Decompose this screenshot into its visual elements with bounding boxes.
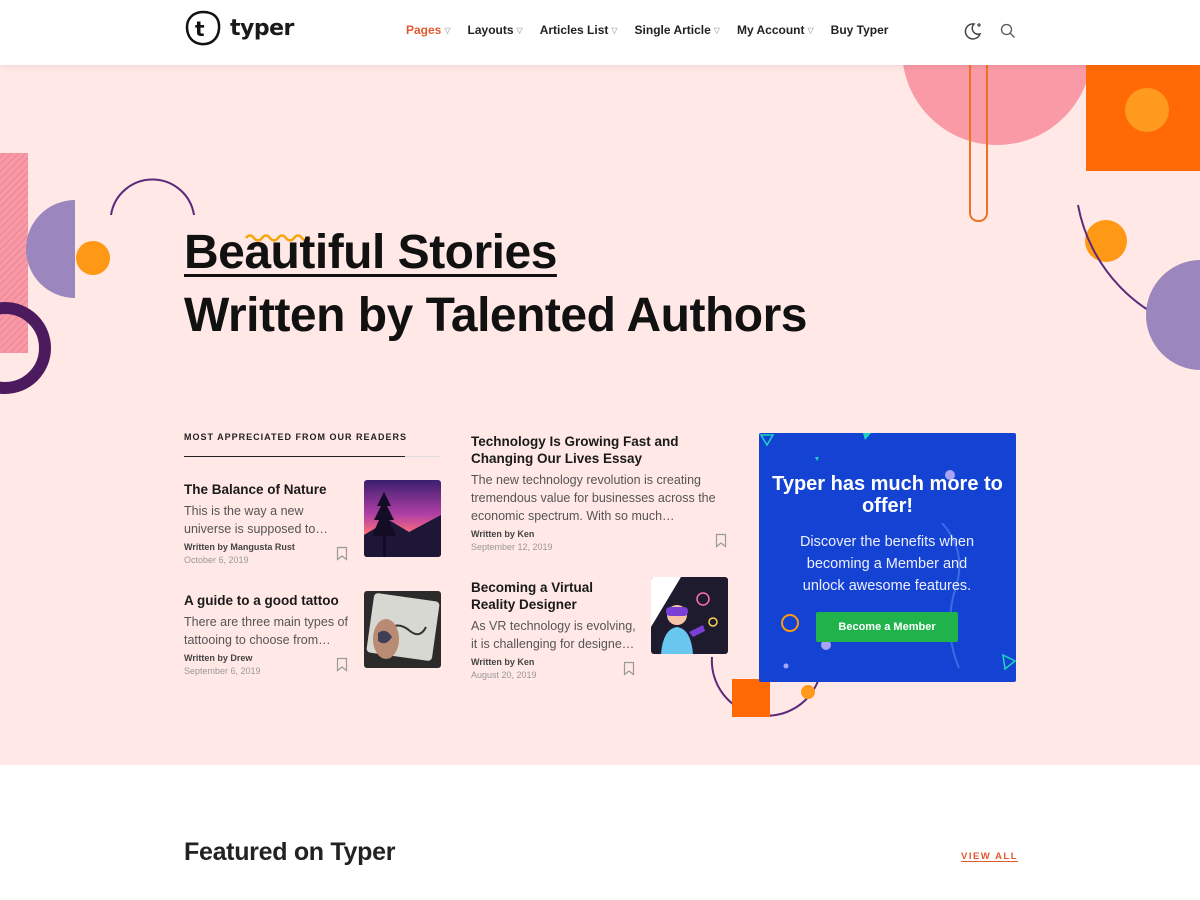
article-title[interactable]: Technology Is Growing Fast and Changing … (471, 433, 726, 467)
article-card: Technology Is Growing Fast and Changing … (471, 433, 726, 552)
article-excerpt: The new technology revolution is creatin… (471, 473, 716, 523)
hero-section: Beautiful Stories Written by Talented Au… (0, 65, 1200, 765)
view-all-link[interactable]: VIEW ALL (961, 851, 1018, 862)
membership-promo-card: Typer has much more to offer! Discover t… (759, 433, 1016, 682)
section-divider (184, 456, 405, 457)
nav-label: My Account (736, 23, 805, 37)
tattoo-photo-illustration (366, 593, 440, 661)
chevron-down-icon: ▽ (807, 25, 814, 35)
nav-label: Buy Typer (830, 23, 889, 37)
nav-label: Single Article (634, 23, 711, 37)
article-author[interactable]: Written by Ken (471, 529, 726, 539)
bookmark-icon[interactable] (715, 533, 727, 548)
dark-mode-toggle-icon[interactable] (962, 20, 984, 42)
article-title[interactable]: Becoming a Virtual Reality Designer (471, 579, 641, 613)
search-icon[interactable] (1000, 23, 1016, 39)
article-thumbnail[interactable] (364, 591, 441, 668)
promo-title: Typer has much more to offer! (772, 473, 1003, 517)
nav-item-layouts[interactable]: Layouts ▽ (468, 23, 523, 37)
article-thumbnail[interactable] (651, 577, 728, 654)
featured-section-title: Featured on Typer (184, 838, 396, 866)
nature-illustration (364, 492, 441, 557)
chevron-down-icon: ▽ (611, 25, 618, 35)
bookmark-icon[interactable] (336, 657, 348, 672)
vr-designer-illustration (651, 577, 718, 654)
site-header: t typer Pages ▽ Layouts ▽ Articles List … (0, 0, 1200, 65)
article-excerpt: As VR technology is evolving, it is chal… (471, 619, 636, 651)
article-excerpt: There are three main types of tattooing … (184, 615, 348, 647)
article-title[interactable]: The Balance of Nature (184, 481, 354, 498)
article-thumbnail[interactable] (364, 480, 441, 557)
nav-item-my-account[interactable]: My Account ▽ (737, 23, 814, 37)
article-card: Becoming a Virtual Reality Designer As V… (471, 579, 641, 680)
article-title[interactable]: A guide to a good tattoo (184, 592, 354, 609)
svg-text:t: t (195, 17, 205, 41)
article-card: The Balance of Nature This is the way a … (184, 481, 354, 565)
nav-label: Layouts (467, 23, 514, 37)
nav-item-articles-list[interactable]: Articles List ▽ (540, 23, 618, 37)
section-label: MOST APPRECIATED FROM OUR READERS (184, 432, 408, 442)
article-date: September 12, 2019 (471, 542, 553, 552)
article-date: September 6, 2019 (184, 666, 261, 676)
hero-headline-line2: Written by Talented Authors (184, 289, 807, 342)
nav-item-pages[interactable]: Pages ▽ (406, 23, 451, 37)
bookmark-icon[interactable] (336, 546, 348, 561)
chevron-down-icon: ▽ (713, 25, 720, 35)
article-date: August 20, 2019 (471, 670, 537, 680)
nav-item-buy-typer[interactable]: Buy Typer (831, 23, 889, 37)
main-nav: Pages ▽ Layouts ▽ Articles List ▽ Single… (406, 23, 905, 37)
chevron-down-icon: ▽ (516, 25, 523, 35)
typer-logo-icon: t (185, 10, 221, 46)
article-excerpt: This is the way a new universe is suppos… (184, 504, 328, 536)
article-author[interactable]: Written by Mangusta Rust (184, 542, 354, 552)
section-divider-light (405, 456, 440, 457)
article-author[interactable]: Written by Ken (471, 657, 641, 667)
article-card: A guide to a good tattoo There are three… (184, 592, 354, 676)
hero-headline-line1: Beautiful Stories (184, 226, 557, 279)
article-author[interactable]: Written by Drew (184, 653, 354, 663)
promo-text: Discover the benefits when becoming a Me… (799, 534, 975, 594)
site-logo[interactable]: t typer (184, 9, 294, 47)
logo-text: typer (230, 15, 294, 41)
article-date: October 6, 2019 (184, 555, 249, 565)
nav-item-single-article[interactable]: Single Article ▽ (635, 23, 720, 37)
chevron-down-icon: ▽ (444, 25, 451, 35)
nav-label: Pages (406, 23, 442, 37)
nav-label: Articles List (539, 23, 609, 37)
bookmark-icon[interactable] (623, 661, 635, 676)
become-member-button[interactable]: Become a Member (816, 612, 958, 642)
